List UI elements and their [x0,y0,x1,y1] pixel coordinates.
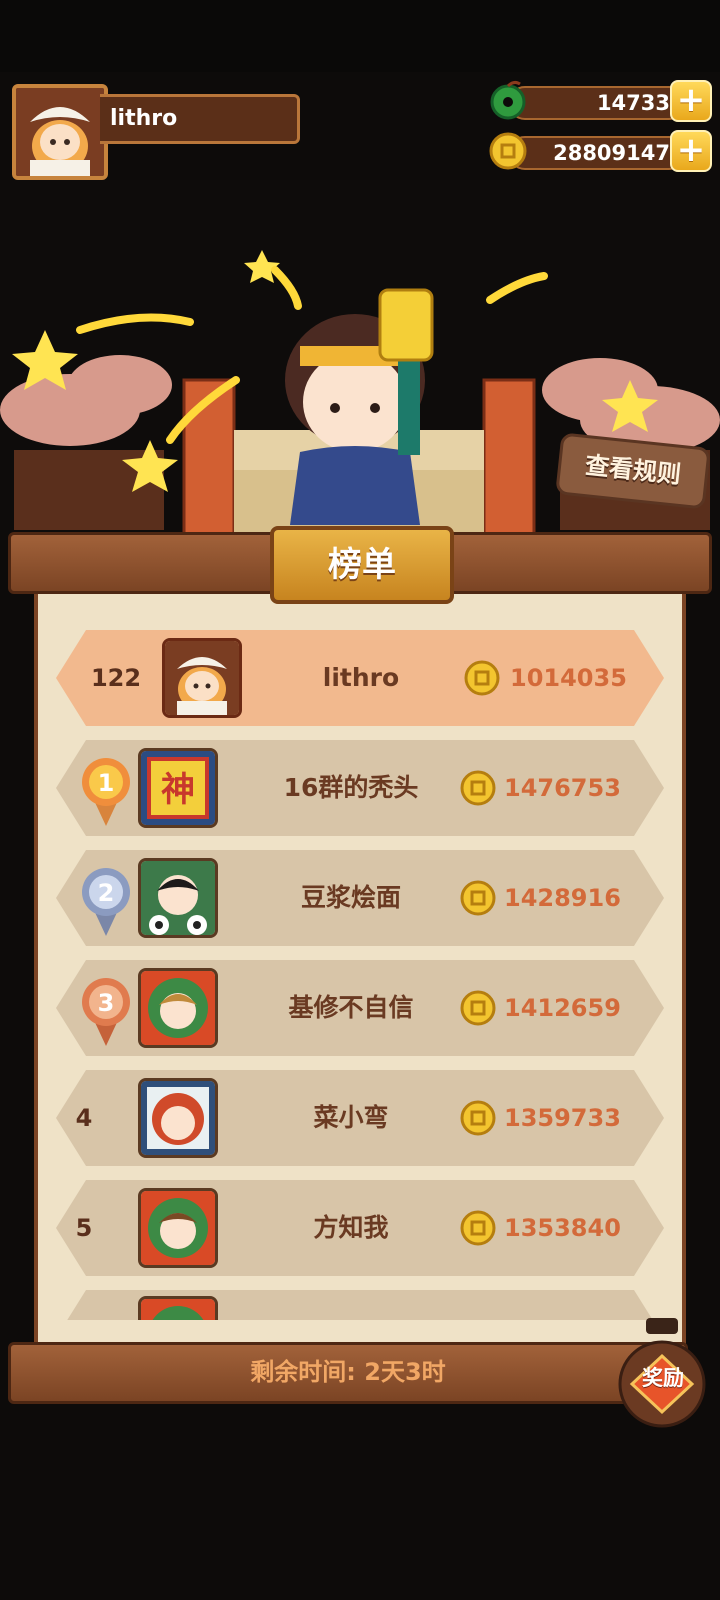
coin-icon [460,1100,496,1136]
self-avatar [162,638,242,718]
add-gems-button[interactable]: + [670,80,712,122]
row-name: 基修不自信 [288,993,414,1022]
coin-icon [460,880,496,916]
time-left: 剩余时间: 2天3时 [8,1342,688,1404]
jade-icon [490,80,526,120]
gold-medal-icon: 1 [82,758,130,826]
avatar-art [141,1191,215,1265]
coin-icon [489,132,527,170]
avatar-art [141,971,215,1045]
silver-medal-icon: 2 [82,868,130,936]
row-score: 1476753 [504,774,621,802]
rank-row-2[interactable]: 2 豆浆烩面 1428916 [56,850,664,946]
row-name: 豆浆烩面 [300,883,401,912]
row-score: 1428916 [504,884,621,912]
row-avatar: 神 [138,748,218,828]
row-avatar [138,858,218,938]
player-avatar[interactable] [12,84,108,180]
row-avatar [138,1296,218,1320]
row-score: 1412659 [504,994,621,1022]
self-rank: 122 [90,664,142,692]
self-rank-row[interactable]: 122 lithro 1014035 [56,630,664,726]
rank-row-5[interactable]: 5 方知我 1353840 [56,1180,664,1276]
row-avatar [138,1188,218,1268]
status-bar [0,0,720,72]
rank-row-partial[interactable] [56,1290,664,1320]
avatar-art [141,1081,215,1155]
self-avatar-art [165,641,239,715]
row-score: 1353840 [504,1214,621,1242]
avatar-art [141,861,215,935]
coin-icon [460,1210,496,1246]
rank-row-4[interactable]: 4 菜小弯 1359733 [56,1070,664,1166]
avatar-art: 神 [141,751,215,825]
bronze-medal-icon: 3 [82,978,130,1046]
player-name: lithro [100,94,300,144]
gem-amount: 14733 [508,86,686,120]
coin-amount: 28809147 [508,136,686,170]
self-name: lithro [322,663,400,692]
coin-icon [460,990,496,1026]
self-score: 1014035 [510,664,627,692]
avatar-glyph: 神 [161,770,195,810]
coin-icon [460,770,496,806]
row-name: 方知我 [313,1213,389,1242]
reward-button[interactable]: 奖励 [630,1358,696,1398]
rank-row-3[interactable]: 3 基修不自信 1412659 [56,960,664,1056]
row-score: 1359733 [504,1104,621,1132]
medal-number: 1 [98,769,115,797]
board-title: 榜单 [270,526,454,604]
medal-number: 2 [98,879,115,907]
rank-number: 5 [75,1214,93,1242]
rank-number: 4 [75,1104,93,1132]
avatar-art [141,1299,215,1320]
coin-counter: 28809147 + [488,130,712,172]
player-avatar-art [16,88,104,176]
rank-row-1[interactable]: 1 神 16群的秃头 1476753 [56,740,664,836]
gem-counter: 14733 + [488,80,712,122]
row-name: 16群的秃头 [283,773,419,802]
coin-icon [464,660,500,696]
row-name: 菜小弯 [313,1103,389,1132]
row-avatar [138,968,218,1048]
medal-number: 3 [98,989,115,1017]
row-avatar [138,1078,218,1158]
add-coins-button[interactable]: + [670,130,712,172]
